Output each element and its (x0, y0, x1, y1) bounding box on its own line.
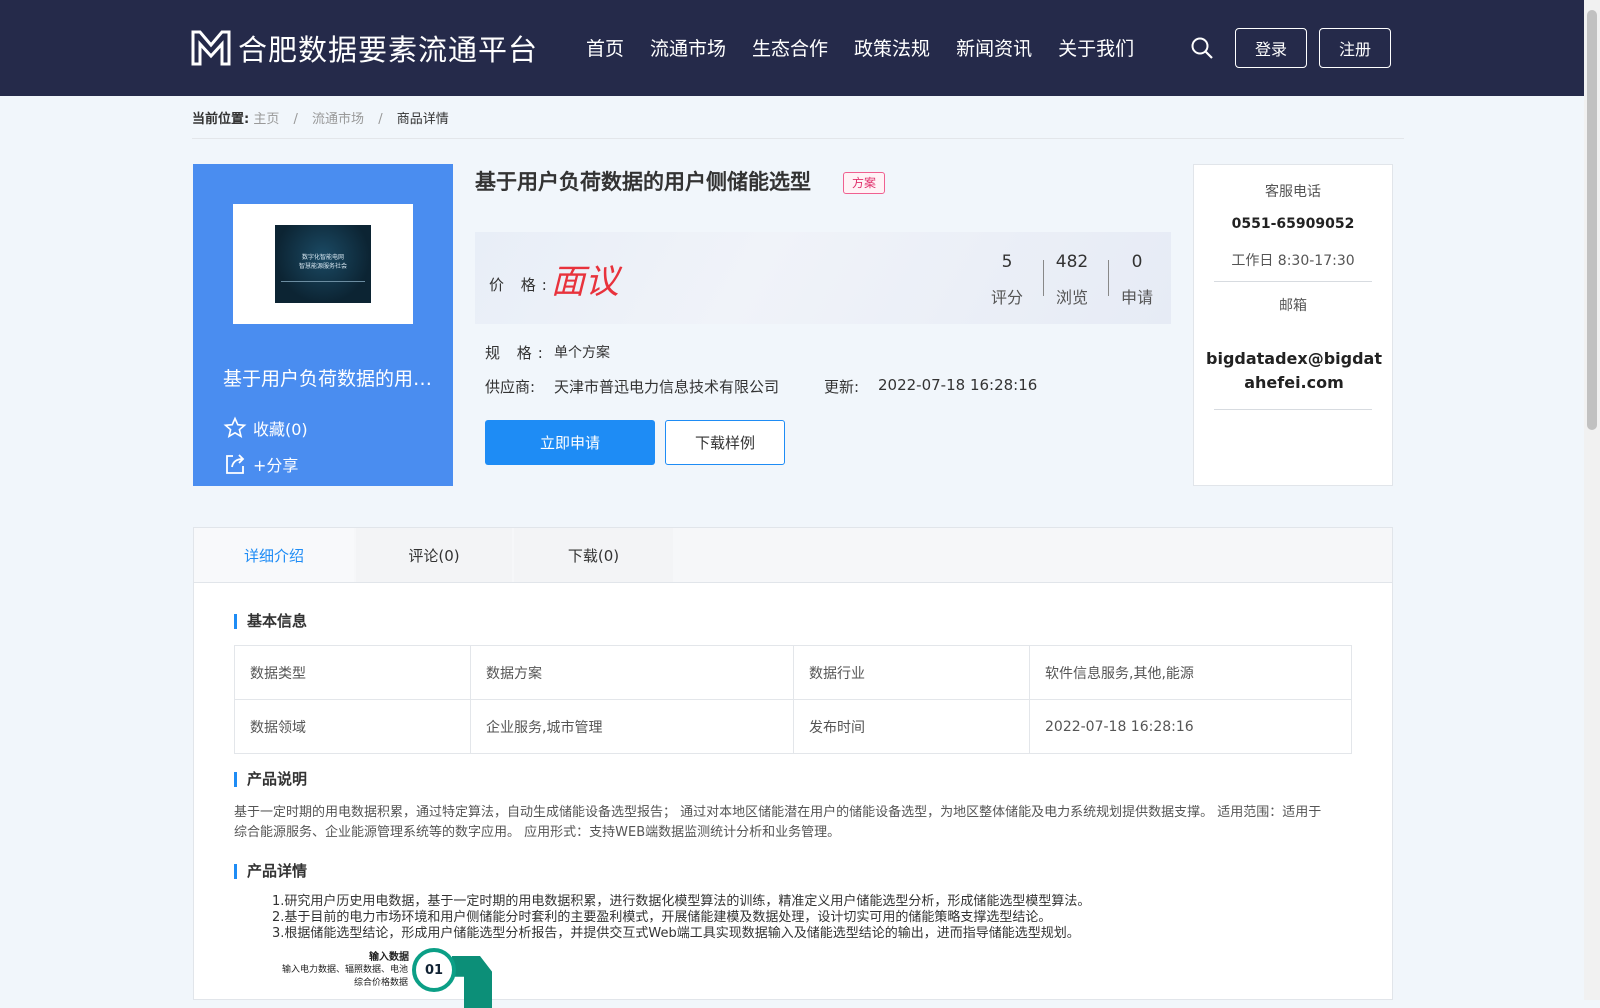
details-list: 1.研究用户历史用电数据，基于一定时期的用电数据积累，进行数据化模型算法的训练，… (272, 894, 1090, 942)
stat-views-label: 浏览 (1055, 288, 1088, 307)
update-label: 更新: (824, 378, 860, 396)
logo-icon (191, 30, 231, 66)
update-value: 2022-07-18 16:28:16 (878, 376, 1038, 394)
working-hours: 工作日 8:30-17:30 (1231, 253, 1355, 269)
basic-info-table: 数据类型 数据方案 数据行业 软件信息服务,其他,能源 数据领域 企业服务,城市… (234, 645, 1352, 754)
service-email[interactable]: bigdatadex@bigdatahefei.com (1204, 347, 1384, 395)
card-title: 基于用户负荷数据的用户侧储能选型 (223, 368, 443, 390)
favorite-label: 收藏(0) (253, 420, 308, 439)
illustration-step-title: 输入数据 (369, 952, 409, 963)
favorite-button[interactable]: 收藏(0) (223, 416, 308, 440)
product-type-badge: 方案 (843, 172, 886, 194)
table-cell: 2022-07-18 16:28:16 (1029, 699, 1352, 754)
table-cell: 发布时间 (793, 699, 1030, 754)
phone-title: 客服电话 (1265, 184, 1321, 200)
table-row: 数据领域 企业服务,城市管理 发布时间 2022-07-18 16:28:16 (234, 699, 1352, 754)
share-icon (226, 454, 245, 474)
supplier-value[interactable]: 天津市普迅电力信息技术有限公司 (554, 376, 779, 397)
service-phone: 0551-65909052 (1231, 216, 1355, 232)
stat-applications-label: 申请 (1120, 288, 1153, 307)
thumbnail-divider (281, 281, 365, 282)
nav-item-market[interactable]: 流通市场 (650, 34, 726, 61)
site-logo[interactable]: 合肥数据要素流通平台 (190, 28, 538, 68)
description-title: 产品说明 (234, 772, 307, 787)
nav-item-policy[interactable]: 政策法规 (854, 34, 930, 61)
breadcrumb-divider (192, 138, 1404, 139)
register-button[interactable]: 注册 (1319, 28, 1391, 68)
contact-divider (1214, 281, 1372, 282)
tab-downloads[interactable]: 下载(0) (514, 528, 673, 582)
download-sample-button[interactable]: 下载样例 (665, 420, 785, 465)
stat-applications: 0 申请 (1105, 252, 1169, 308)
price-panel: 价 格: 面议 5 评分 482 浏览 0 申请 (475, 232, 1171, 324)
table-cell: 软件信息服务,其他,能源 (1029, 645, 1352, 700)
illustration-step-text: 输入电力数据、辐照数据、电池 综合价格数据 (282, 965, 409, 988)
breadcrumb-home[interactable]: 主页 (253, 112, 279, 127)
list-item: 1.研究用户历史用电数据，基于一定时期的用电数据积累，进行数据化模型算法的训练，… (272, 894, 1091, 909)
table-cell: 数据方案 (470, 645, 794, 700)
apply-now-button[interactable]: 立即申请 (485, 420, 655, 465)
spec-label: 规 格: (485, 344, 549, 362)
illustration-arrow (452, 956, 492, 1008)
breadcrumb-label: 当前位置: (192, 112, 250, 127)
price-label: 价 格: (489, 276, 553, 294)
table-cell: 数据类型 (234, 645, 471, 700)
thumbnail-image: 数字化智能电网 智慧能源服务社会 (275, 225, 371, 303)
share-button[interactable]: +分享 (223, 452, 298, 476)
contact-panel: 客服电话 0551-65909052 工作日 8:30-17:30 邮箱 big… (1193, 164, 1393, 486)
process-illustration: 输入数据 输入电力数据、辐照数据、电池 综合价格数据 01 (274, 948, 504, 1008)
details-title: 产品详情 (234, 864, 307, 879)
share-label: +分享 (253, 456, 299, 475)
top-header: 合肥数据要素流通平台 首页 流通市场 生态合作 政策法规 新闻资讯 关于我们 登… (0, 0, 1584, 96)
nav-item-about[interactable]: 关于我们 (1058, 34, 1134, 61)
price-value: 面议 (551, 262, 619, 302)
product-thumbnail[interactable]: 数字化智能电网 智慧能源服务社会 (233, 204, 413, 324)
stat-views: 482 浏览 (1040, 252, 1104, 308)
search-icon[interactable] (1190, 36, 1214, 60)
email-title: 邮箱 (1279, 298, 1307, 314)
list-item: 2.基于目前的电力市场环境和用户侧储能分时套利的主要盈利模式，开展储能建模及数据… (272, 910, 1052, 925)
stat-rating: 5 评分 (975, 252, 1039, 308)
site-name: 合肥数据要素流通平台 (238, 33, 539, 67)
nav-item-home[interactable]: 首页 (586, 34, 624, 61)
detail-tabs: 详细介绍 评论(0) 下载(0) (194, 528, 1392, 583)
product-title: 基于用户负荷数据的用户侧储能选型 (475, 170, 811, 194)
spec-value: 单个方案 (554, 345, 610, 361)
supplier-label: 供应商: (485, 378, 536, 396)
breadcrumb-current: 商品详情 (396, 112, 449, 127)
description-text: 基于一定时期的用电数据积累，通过特定算法，自动生成储能设备选型报告； 通过对本地… (234, 805, 1322, 840)
table-row: 数据类型 数据方案 数据行业 软件信息服务,其他,能源 (234, 645, 1352, 700)
login-button[interactable]: 登录 (1235, 28, 1307, 68)
illustration-step-number: 01 (412, 948, 456, 992)
table-cell: 企业服务,城市管理 (470, 699, 794, 754)
breadcrumb: 当前位置: 主页 / 流通市场 / 商品详情 (192, 108, 449, 127)
basic-info-title: 基本信息 (234, 614, 307, 629)
list-item: 3.根据储能选型结论，形成用户储能选型分析报告，并提供交互式Web端工具实现数据… (272, 926, 1080, 941)
stat-applications-value: 0 (1131, 252, 1143, 272)
nav-item-ecology[interactable]: 生态合作 (752, 34, 828, 61)
stat-rating-value: 5 (1001, 252, 1013, 272)
tab-introduction[interactable]: 详细介绍 (194, 528, 354, 582)
star-icon (223, 416, 247, 438)
thumbnail-caption: 数字化智能电网 智慧能源服务社会 (298, 254, 347, 270)
main-nav: 首页 流通市场 生态合作 政策法规 新闻资讯 关于我们 (586, 34, 1160, 61)
product-card: 数字化智能电网 智慧能源服务社会 基于用户负荷数据的用户侧储能选型 收藏(0) … (193, 164, 453, 486)
breadcrumb-separator: / (293, 112, 298, 127)
table-cell: 数据行业 (793, 645, 1030, 700)
tab-comments[interactable]: 评论(0) (356, 528, 512, 582)
nav-item-news[interactable]: 新闻资讯 (956, 34, 1032, 61)
table-cell: 数据领域 (234, 699, 471, 754)
breadcrumb-market[interactable]: 流通市场 (312, 112, 364, 127)
stat-views-value: 482 (1055, 252, 1089, 272)
stat-rating-label: 评分 (990, 288, 1023, 307)
scrollbar-thumb[interactable] (1587, 10, 1597, 430)
contact-divider (1214, 409, 1372, 410)
breadcrumb-separator: / (378, 112, 383, 127)
page-scrollbar[interactable] (1584, 0, 1600, 1000)
detail-section: 详细介绍 评论(0) 下载(0) 基本信息 数据类型 数据方案 数据行业 软件信… (193, 527, 1393, 1008)
